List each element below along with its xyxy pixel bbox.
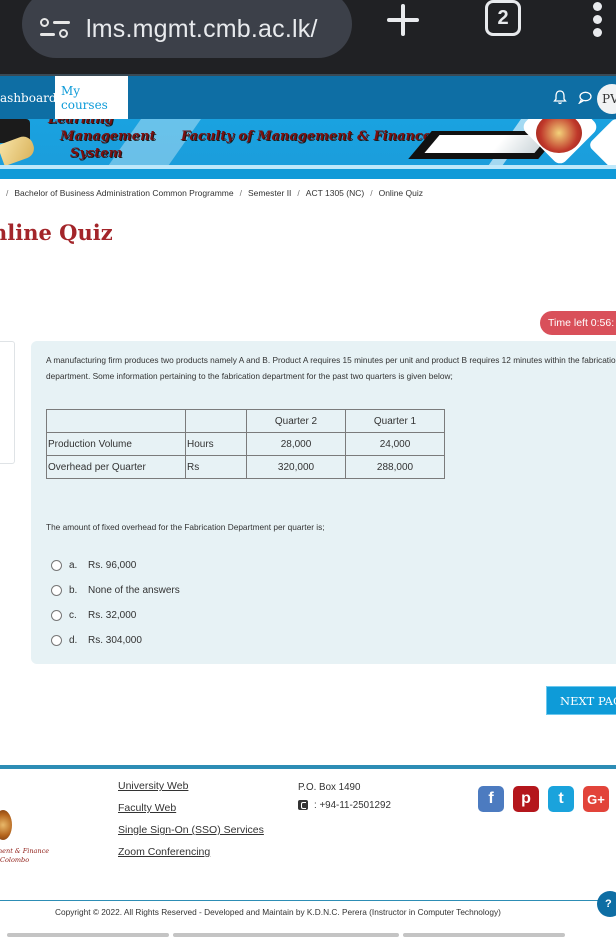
horizontal-scrollbar[interactable] [7, 933, 569, 937]
tab-switcher-button[interactable]: 2 [485, 0, 521, 36]
twitter-icon[interactable]: t [548, 786, 574, 812]
answer-letter: c. [69, 610, 77, 621]
radio-button[interactable] [51, 560, 62, 571]
table-cell: 24,000 [345, 432, 445, 456]
answer-text[interactable]: None of the answers [88, 585, 180, 596]
radio-button[interactable] [51, 635, 62, 646]
answer-option-d[interactable]: d. Rs. 304,000 [51, 628, 180, 653]
table-cell: Hours [185, 432, 247, 456]
help-button[interactable]: ? [597, 891, 616, 917]
link-faculty-web[interactable]: Faculty Web [118, 802, 264, 824]
site-banner: Learning Management System Faculty of Ma… [0, 119, 616, 179]
address-bar[interactable]: lms.mgmt.cmb.ac.lk/ [22, 0, 352, 58]
answer-text[interactable]: Rs. 32,000 [88, 610, 136, 621]
answer-letter: a. [69, 560, 78, 571]
answer-option-a[interactable]: a. Rs. 96,000 [51, 553, 180, 578]
link-university-web[interactable]: University Web [118, 780, 264, 802]
footer-logo-text: ment & Finance [0, 847, 50, 855]
table-cell: 320,000 [246, 455, 346, 479]
answer-letter: b. [69, 585, 78, 596]
table-header [185, 409, 247, 433]
site-settings-icon[interactable] [40, 18, 72, 40]
table-row: Overhead per Quarter Rs 320,000 288,000 [46, 455, 445, 479]
contact-info: P.O. Box 1490 : +94-11-2501292 [298, 778, 391, 814]
table-header: Quarter 2 [246, 409, 346, 433]
breadcrumb-separator: / [370, 188, 373, 198]
facebook-icon[interactable]: f [478, 786, 504, 812]
banner-lms-line1: Learning [48, 119, 114, 127]
footer-divider [0, 765, 616, 769]
new-tab-icon[interactable] [385, 2, 421, 38]
answer-options: a. Rs. 96,000 b. None of the answers c. … [51, 553, 180, 653]
breadcrumb-separator: / [6, 188, 9, 198]
breadcrumb-course[interactable]: ACT 1305 (NC) [306, 188, 364, 198]
radio-button[interactable] [51, 610, 62, 621]
question-text: A manufacturing firm produces two produc… [46, 355, 616, 381]
banner-lms-line3: System [70, 146, 123, 161]
table-header: Quarter 1 [345, 409, 445, 433]
site-navbar: ashboard My courses PV [0, 74, 616, 119]
more-menu-icon[interactable] [592, 2, 604, 38]
time-left-badge: Time left 0:56: [540, 311, 616, 335]
social-links: f p t G+ [478, 786, 616, 812]
phone-number: : +94-11-2501292 [314, 799, 391, 811]
copyright-text: Copyright © 2022. All Rights Reserved - … [55, 907, 501, 917]
footer-links: University Web Faculty Web Single Sign-O… [118, 780, 264, 868]
po-box: P.O. Box 1490 [298, 781, 361, 793]
banner-lms-line2: Management [60, 129, 156, 144]
breadcrumb-separator: / [297, 188, 300, 198]
question-prompt: The amount of fixed overhead for the Fab… [46, 522, 325, 532]
answer-text[interactable]: Rs. 304,000 [88, 635, 142, 646]
next-page-button[interactable]: NEXT PAGE [546, 686, 616, 715]
table-cell: Rs [185, 455, 247, 479]
question-data-table: Quarter 2 Quarter 1 Production Volume Ho… [46, 409, 445, 479]
phone-icon [298, 800, 308, 810]
answer-option-c[interactable]: c. Rs. 32,000 [51, 603, 180, 628]
table-cell: Production Volume [46, 432, 186, 456]
question-info-panel [0, 341, 15, 464]
table-cell: 288,000 [345, 455, 445, 479]
breadcrumb: / Bachelor of Business Administration Co… [0, 188, 616, 198]
url-text[interactable]: lms.mgmt.cmb.ac.lk/ [86, 15, 318, 44]
page-title: nline Quiz [0, 220, 113, 245]
answer-letter: d. [69, 635, 78, 646]
faculty-logo-icon [0, 810, 12, 840]
nav-my-courses[interactable]: My courses [55, 76, 128, 119]
table-cell: Overhead per Quarter [46, 455, 186, 479]
table-header-row: Quarter 2 Quarter 1 [46, 409, 445, 433]
google-plus-icon[interactable]: G+ [583, 786, 609, 812]
breadcrumb-quiz[interactable]: Online Quiz [379, 188, 423, 198]
browser-toolbar: lms.mgmt.cmb.ac.lk/ 2 [0, 0, 616, 74]
copyright-divider [0, 900, 616, 901]
breadcrumb-separator: / [239, 188, 242, 198]
pinterest-icon[interactable]: p [513, 786, 539, 812]
link-zoom-conferencing[interactable]: Zoom Conferencing [118, 846, 264, 868]
answer-option-b[interactable]: b. None of the answers [51, 578, 180, 603]
user-avatar[interactable]: PV [597, 84, 616, 114]
chat-icon[interactable] [578, 91, 592, 104]
banner-faculty-name: Faculty of Management & Finance [181, 129, 432, 144]
link-sso-services[interactable]: Single Sign-On (SSO) Services [118, 824, 264, 846]
nav-dashboard[interactable]: ashboard [0, 76, 61, 119]
radio-button[interactable] [51, 585, 62, 596]
footer-logo-text: Colombo [0, 856, 30, 864]
table-cell: 28,000 [246, 432, 346, 456]
breadcrumb-programme[interactable]: Bachelor of Business Administration Comm… [14, 188, 233, 198]
breadcrumb-semester[interactable]: Semester II [248, 188, 291, 198]
answer-text[interactable]: Rs. 96,000 [88, 560, 136, 571]
question-card: A manufacturing firm produces two produc… [31, 341, 616, 664]
table-header [46, 409, 186, 433]
bell-icon[interactable] [553, 89, 567, 105]
table-row: Production Volume Hours 28,000 24,000 [46, 432, 445, 456]
